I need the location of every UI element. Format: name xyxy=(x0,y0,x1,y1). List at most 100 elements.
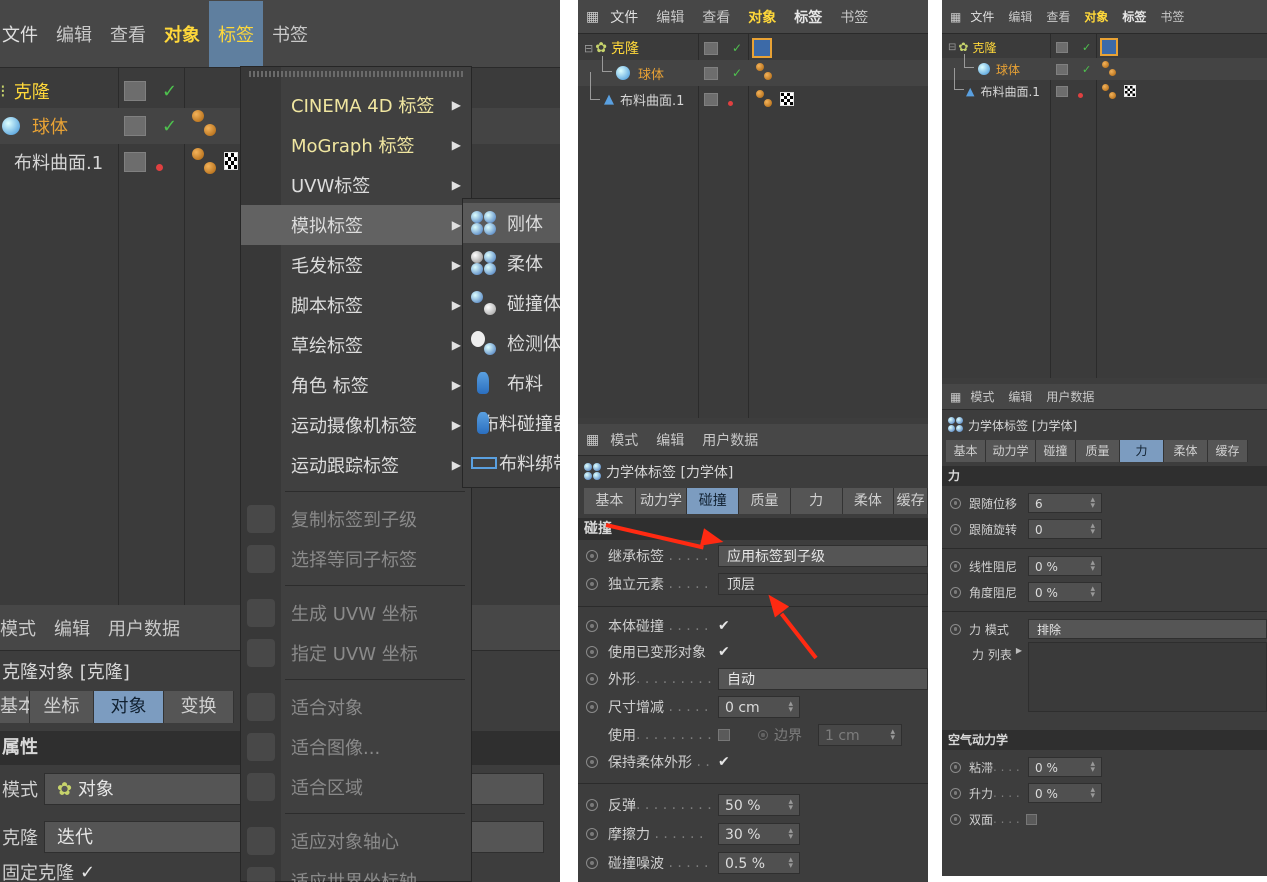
menu-item-motion-tracking-tags[interactable]: 运动跟踪标签 ▶ xyxy=(241,445,471,485)
tab-soft-body[interactable]: 柔体 xyxy=(842,488,895,514)
keyframe-radio[interactable] xyxy=(950,497,961,509)
tab-coord[interactable]: 坐标 xyxy=(30,691,94,723)
object-name-cloth[interactable]: 布料曲面.1 xyxy=(14,149,103,175)
two-sided-checkbox[interactable] xyxy=(1025,813,1037,825)
shape-dropdown[interactable]: 自动 xyxy=(718,668,928,690)
menu-edit[interactable]: 编辑 xyxy=(1001,8,1039,25)
rigid-body-tag-icon[interactable] xyxy=(756,90,764,98)
keyframe-radio[interactable] xyxy=(950,787,961,799)
lift-input[interactable]: 0 % ▴ ▾ xyxy=(1028,783,1102,803)
object-name-clone[interactable]: 克隆 xyxy=(14,78,50,104)
keyframe-radio[interactable] xyxy=(586,756,598,768)
size-increment-input[interactable]: 0 cm ▴ ▾ xyxy=(718,696,800,718)
enabled-check-icon[interactable]: ✓ xyxy=(162,116,177,137)
keyframe-radio[interactable] xyxy=(758,730,768,740)
tab-soft-body[interactable]: 柔体 xyxy=(1164,440,1208,462)
render-dot-icon[interactable] xyxy=(1078,93,1083,98)
cloner-tag-icon[interactable] xyxy=(752,38,772,58)
menu-object[interactable]: 对象 xyxy=(155,21,209,47)
visibility-icon[interactable] xyxy=(124,81,146,101)
menu-bookmark[interactable]: 书签 xyxy=(831,7,877,27)
tab-mass[interactable]: 质量 xyxy=(739,488,791,514)
texture-tag-icon[interactable] xyxy=(1124,85,1136,97)
menu-view[interactable]: 查看 xyxy=(1039,8,1077,25)
force-list-box[interactable] xyxy=(1028,642,1267,712)
keyframe-radio[interactable] xyxy=(950,761,961,773)
tab-collision[interactable]: 碰撞 xyxy=(1036,440,1076,462)
render-dot-icon[interactable] xyxy=(156,164,163,171)
friction-input[interactable]: 30 % ▴ ▾ xyxy=(718,822,800,845)
expand-arrow-icon[interactable]: ▶ xyxy=(1016,646,1022,655)
keyframe-radio[interactable] xyxy=(586,856,598,869)
object-row-sphere[interactable]: 球体 ✓ xyxy=(942,54,1267,80)
enabled-check-icon[interactable]: ✓ xyxy=(732,66,742,80)
menu-item-sketch-tags[interactable]: 草绘标签 ▶ xyxy=(241,325,471,365)
keyframe-radio[interactable] xyxy=(586,550,598,562)
enabled-check-icon[interactable]: ✓ xyxy=(1082,63,1091,76)
keyframe-radio[interactable] xyxy=(950,586,961,598)
menu-view[interactable]: 查看 xyxy=(693,7,739,27)
attr-menu-mode[interactable]: 模式 xyxy=(601,430,647,450)
menu-item-simulation-tags[interactable]: 模拟标签 ▶ xyxy=(241,205,471,245)
visibility-icon[interactable] xyxy=(124,152,146,172)
object-row-clone[interactable]: ⊟ ✿ 克隆 ✓ xyxy=(942,36,1267,58)
submenu-item-rigid-body[interactable]: 刚体 xyxy=(463,203,560,243)
submenu-item-ghost-body[interactable]: 检测体 xyxy=(463,323,560,363)
attr-menu-mode[interactable]: 模式 xyxy=(0,615,45,641)
attr-menu-userdata[interactable]: 用户数据 xyxy=(693,430,767,450)
rigid-body-tag-icon[interactable] xyxy=(1102,84,1109,91)
visibility-icon[interactable] xyxy=(1056,63,1068,75)
tab-collision[interactable]: 碰撞 xyxy=(687,488,740,514)
fixed-clone-checkbox[interactable]: ✓ xyxy=(80,862,95,882)
inherit-tag-dropdown[interactable]: 应用标签到子级 xyxy=(718,545,928,567)
object-name-clone[interactable]: 克隆 xyxy=(972,39,996,56)
object-name-clone[interactable]: 克隆 xyxy=(611,38,639,58)
object-name-cloth[interactable]: 布料曲面.1 xyxy=(620,90,684,109)
menu-tag[interactable]: 标签 xyxy=(1115,8,1153,25)
menu-tag[interactable]: 标签 xyxy=(209,0,263,67)
menu-edit[interactable]: 编辑 xyxy=(647,7,693,27)
tab-cache[interactable]: 缓存 xyxy=(1208,440,1248,462)
object-row-cloth[interactable]: ▲ 布料曲面.1 xyxy=(578,72,928,112)
tab-object[interactable]: 对象 xyxy=(94,691,164,723)
keep-soft-body-shape-checkbox[interactable]: ✔ xyxy=(718,754,730,770)
grip-icon[interactable]: ▦ xyxy=(942,390,963,404)
visibility-icon[interactable] xyxy=(1056,85,1068,97)
follow-rotation-input[interactable]: 0 ▴ ▾ xyxy=(1028,519,1102,539)
grip-icon[interactable]: ▦ xyxy=(942,10,963,24)
object-row-cloth[interactable]: ▲ 布料曲面.1 xyxy=(942,68,1267,102)
texture-tag-icon[interactable] xyxy=(224,152,238,170)
tab-mass[interactable]: 质量 xyxy=(1076,440,1120,462)
keyframe-radio[interactable] xyxy=(950,623,961,635)
rigid-body-tag-icon[interactable] xyxy=(192,110,204,122)
use-deformed-object-checkbox[interactable]: ✔ xyxy=(718,644,730,660)
enabled-check-icon[interactable]: ✓ xyxy=(732,41,742,55)
submenu-item-cloth-collider[interactable]: 布料碰撞器 xyxy=(463,403,560,443)
tab-dynamics[interactable]: 动力学 xyxy=(986,440,1036,462)
submenu-item-cloth[interactable]: 布料 xyxy=(463,363,560,403)
object-name-cloth[interactable]: 布料曲面.1 xyxy=(980,83,1039,100)
cloner-tag-icon[interactable] xyxy=(1100,38,1118,56)
menu-tag[interactable]: 标签 xyxy=(785,7,831,27)
rigid-body-tag-icon[interactable] xyxy=(192,148,204,160)
tab-basic[interactable]: 基本 xyxy=(0,691,30,723)
menu-edit[interactable]: 编辑 xyxy=(47,21,101,47)
rigid-body-tag-icon[interactable] xyxy=(1102,61,1109,68)
grip-icon[interactable]: ▦ xyxy=(578,9,601,25)
visibility-icon[interactable] xyxy=(704,66,718,80)
menu-file[interactable]: 文件 xyxy=(601,7,647,27)
use-checkbox[interactable] xyxy=(718,729,730,741)
attr-menu-userdata[interactable]: 用户数据 xyxy=(1039,388,1101,405)
keyframe-radio[interactable] xyxy=(586,620,598,632)
submenu-item-soft-body[interactable]: 柔体 xyxy=(463,243,560,283)
tab-basic[interactable]: 基本 xyxy=(584,488,636,514)
rigid-body-tag-icon[interactable] xyxy=(756,63,764,71)
menu-bookmark[interactable]: 书签 xyxy=(1153,8,1191,25)
enabled-check-icon[interactable]: ✓ xyxy=(162,81,177,102)
keyframe-radio[interactable] xyxy=(586,798,598,811)
tab-cache[interactable]: 缓存 xyxy=(894,488,928,514)
menu-item-hair-tags[interactable]: 毛发标签 ▶ xyxy=(241,245,471,285)
attr-menu-userdata[interactable]: 用户数据 xyxy=(99,615,189,641)
tab-dynamics[interactable]: 动力学 xyxy=(635,488,688,514)
object-row-sphere[interactable]: 球体 ✓ xyxy=(578,56,928,86)
